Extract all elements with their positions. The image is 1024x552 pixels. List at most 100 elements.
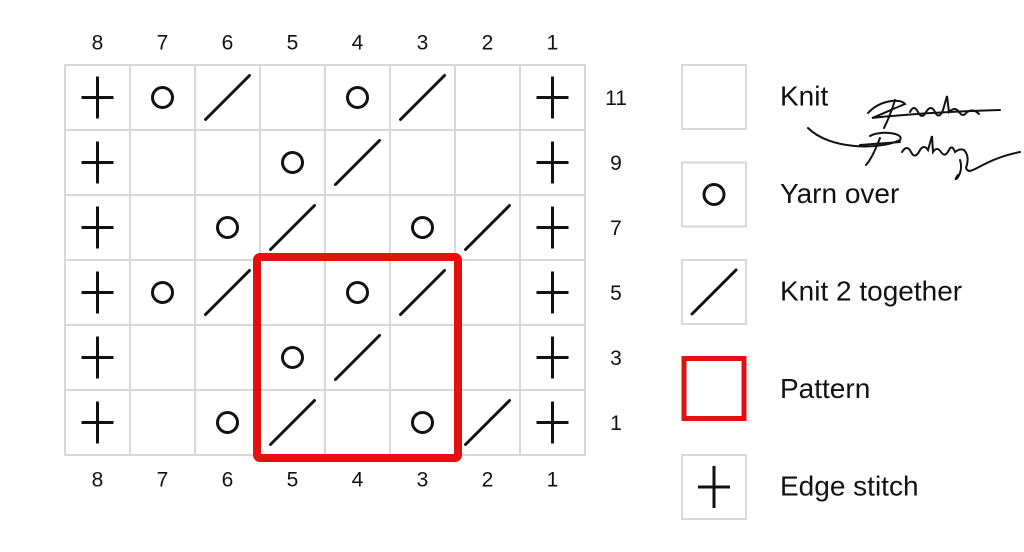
cell-box bbox=[454, 259, 521, 326]
chart-cell-edge bbox=[519, 64, 586, 131]
column-label-bottom: 5 bbox=[287, 469, 299, 492]
chart-cell-knit bbox=[389, 129, 456, 196]
legend-item-knit: Knit bbox=[681, 64, 828, 130]
cell-box bbox=[324, 259, 391, 326]
chart-cell-knit bbox=[389, 324, 456, 391]
column-label-top: 2 bbox=[482, 32, 494, 55]
column-label-bottom: 8 bbox=[92, 469, 104, 492]
column-label-top: 1 bbox=[547, 32, 559, 55]
chart-cell-yo bbox=[129, 259, 196, 326]
cell-box bbox=[194, 324, 261, 391]
chart-cell-edge bbox=[64, 259, 131, 326]
chart-cell-edge bbox=[519, 324, 586, 391]
chart-cell-k2tog bbox=[324, 324, 391, 391]
column-label-top: 4 bbox=[352, 32, 364, 55]
cell-box bbox=[194, 129, 261, 196]
chart-cell-yo bbox=[324, 64, 391, 131]
legend-label: Knit bbox=[780, 80, 828, 111]
chart-cell-knit bbox=[129, 324, 196, 391]
cell-box bbox=[454, 324, 521, 391]
chart-cell-knit bbox=[129, 389, 196, 456]
cell-box bbox=[129, 64, 196, 131]
chart-cell-k2tog bbox=[454, 194, 521, 261]
chart-cell-yo bbox=[259, 129, 326, 196]
legend-box bbox=[681, 161, 747, 228]
column-label-top: 6 bbox=[222, 32, 234, 55]
knitting-chart: 8 7 6 5 4 3 2 18 7 6 5 4 3 2 11197531KnitYarn overKnit… bbox=[64, 32, 1021, 520]
chart-cell-yo bbox=[259, 324, 326, 391]
cell-box bbox=[129, 324, 196, 391]
cell-box bbox=[259, 64, 326, 131]
column-label-top: 5 bbox=[287, 32, 299, 55]
chart-cell-k2tog bbox=[194, 64, 261, 131]
chart-cell-edge bbox=[64, 389, 131, 456]
legend-item-pattern: Pattern bbox=[681, 356, 870, 421]
chart-cell-edge bbox=[519, 259, 586, 326]
chart-cell-knit bbox=[454, 259, 521, 326]
chart-cell-k2tog bbox=[389, 259, 456, 326]
column-label-bottom: 2 bbox=[482, 469, 494, 492]
cell-box bbox=[389, 129, 456, 196]
cell-box bbox=[194, 389, 261, 456]
column-label-top: 3 bbox=[417, 32, 429, 55]
chart-cell-k2tog bbox=[324, 129, 391, 196]
cell-box bbox=[454, 64, 521, 131]
legend-label: Knit 2 together bbox=[780, 275, 962, 306]
chart-cell-knit bbox=[324, 194, 391, 261]
pattern-swatch-icon bbox=[681, 356, 747, 421]
chart-cell-edge bbox=[64, 194, 131, 261]
chart-cell-knit bbox=[194, 324, 261, 391]
cell-box bbox=[129, 194, 196, 261]
chart-cell-edge bbox=[64, 129, 131, 196]
row-label: 11 bbox=[605, 87, 627, 110]
row-label: 5 bbox=[610, 282, 622, 305]
column-label-bottom: 6 bbox=[222, 469, 234, 492]
column-label-top: 8 bbox=[92, 32, 104, 55]
cell-box bbox=[324, 389, 391, 456]
chart-cell-k2tog bbox=[454, 389, 521, 456]
cell-box bbox=[324, 64, 391, 131]
legend-label: Edge stitch bbox=[780, 470, 919, 501]
chart-cell-yo bbox=[194, 194, 261, 261]
cell-box bbox=[259, 324, 326, 391]
cell-box bbox=[324, 194, 391, 261]
chart-cell-k2tog bbox=[389, 64, 456, 131]
row-label: 7 bbox=[610, 217, 622, 240]
chart-cell-knit bbox=[259, 259, 326, 326]
cell-box bbox=[259, 129, 326, 196]
row-label: 3 bbox=[610, 347, 622, 370]
legend-label: Yarn over bbox=[780, 178, 899, 209]
chart-cell-edge bbox=[64, 324, 131, 391]
cell-box bbox=[389, 194, 456, 261]
chart-cell-knit bbox=[454, 129, 521, 196]
chart-cell-yo bbox=[389, 389, 456, 456]
legend-box bbox=[681, 64, 747, 130]
chart-cell-k2tog bbox=[259, 389, 326, 456]
legend-item-edge: Edge stitch bbox=[681, 454, 919, 520]
chart-cell-knit bbox=[129, 129, 196, 196]
cell-box bbox=[129, 389, 196, 456]
legend-item-yo: Yarn over bbox=[681, 161, 899, 228]
column-label-bottom: 7 bbox=[157, 469, 169, 492]
chart-cell-knit bbox=[454, 64, 521, 131]
cell-box bbox=[389, 389, 456, 456]
chart-cell-edge bbox=[519, 129, 586, 196]
chart-cell-knit bbox=[454, 324, 521, 391]
cell-box bbox=[259, 259, 326, 326]
cell-box bbox=[194, 194, 261, 261]
chart-cell-yo bbox=[389, 194, 456, 261]
column-label-top: 7 bbox=[157, 32, 169, 55]
column-label-bottom: 1 bbox=[547, 469, 559, 492]
chart-cell-knit bbox=[324, 389, 391, 456]
legend-label: Pattern bbox=[780, 373, 870, 404]
cell-box bbox=[129, 129, 196, 196]
signature-logo bbox=[807, 95, 1021, 181]
chart-cell-edge bbox=[519, 194, 586, 261]
chart-cell-knit bbox=[259, 64, 326, 131]
signature-stroke bbox=[859, 137, 901, 166]
chart-cell-k2tog bbox=[259, 194, 326, 261]
row-label: 1 bbox=[610, 412, 622, 435]
column-label-bottom: 3 bbox=[417, 469, 429, 492]
column-label-bottom: 4 bbox=[352, 469, 364, 492]
chart-cell-k2tog bbox=[194, 259, 261, 326]
